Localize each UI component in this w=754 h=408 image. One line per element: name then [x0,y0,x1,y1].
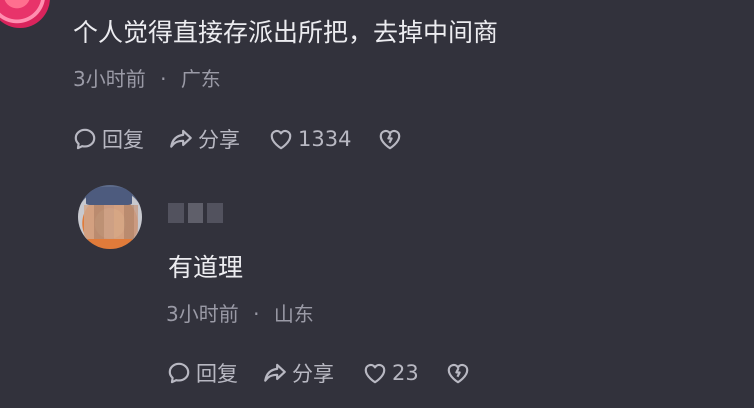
reply-button[interactable]: 回复 [72,124,144,154]
comment-time: 3小时前 [73,67,146,91]
meta-separator: · [160,67,167,91]
reply-time: 3小时前 [166,302,239,326]
broken-heart-icon [380,129,401,150]
comment-meta: 3小时前 · 广东 [73,63,221,92]
like-button[interactable]: 1334 [268,126,351,152]
reply-avatar[interactable] [78,185,142,249]
reply-text: 有道理 [168,253,244,282]
comment-location: 广东 [180,67,221,91]
dislike-button[interactable] [445,360,475,386]
comment-actions: 回复 分享 1334 [72,124,407,154]
share-button[interactable]: 分享 [262,358,334,388]
reply-username-redacted[interactable] [168,203,224,223]
broken-heart-icon [447,363,469,384]
like-count: 23 [392,361,419,385]
share-label: 分享 [198,128,240,152]
share-arrow-icon [264,363,286,382]
comment-thread: 个人觉得直接存派出所把，去掉中间商 3小时前 · 广东 回复 分享 1334 有… [0,0,754,408]
reply-actions: 回复 分享 23 [166,358,475,388]
share-button[interactable]: 分享 [168,124,240,154]
reply-label: 回复 [196,362,238,386]
reply-label: 回复 [102,128,144,152]
like-count: 1334 [298,127,352,151]
share-arrow-icon [170,129,192,148]
heart-icon [270,129,292,150]
share-label: 分享 [292,362,334,386]
reply-button[interactable]: 回复 [166,358,238,388]
comment-text: 个人觉得直接存派出所把，去掉中间商 [73,18,499,47]
reply-bubble-icon [168,362,190,384]
avatar[interactable] [0,0,50,28]
reply-meta: 3小时前 · 山东 [166,298,314,327]
like-button[interactable]: 23 [362,360,419,386]
reply-bubble-icon [74,128,96,150]
meta-separator: · [253,302,260,326]
heart-icon [364,363,386,384]
dislike-button[interactable] [377,126,407,152]
reply-location: 山东 [273,302,314,326]
